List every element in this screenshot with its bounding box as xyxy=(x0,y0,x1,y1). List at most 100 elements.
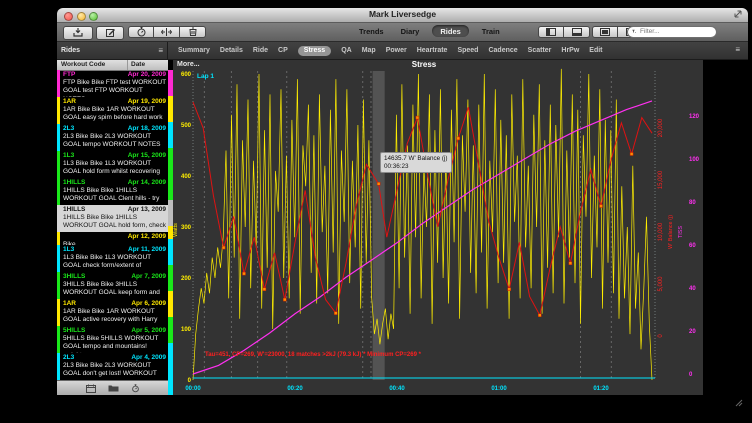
ride-date: Apr 4, 2009 xyxy=(131,354,166,362)
sidebar-toggle-button[interactable] xyxy=(538,26,564,38)
ride-code: 3HILLS xyxy=(63,273,85,281)
ride-row[interactable]: 1HILLSApr 13, 20091HILLS Bike Bike 1HILL… xyxy=(57,205,168,232)
svg-text:60: 60 xyxy=(689,243,696,249)
single-view-button[interactable] xyxy=(592,26,618,38)
trash-button[interactable] xyxy=(180,26,206,38)
chart-tab-summary[interactable]: Summary xyxy=(178,47,210,54)
svg-text:300: 300 xyxy=(181,225,192,231)
sidebar-header[interactable]: Rides ≡ xyxy=(57,42,168,59)
chart-tab-hrpw[interactable]: HrPw xyxy=(561,47,579,54)
ride-date: Apr 13, 2009 xyxy=(128,206,166,214)
ride-description: 1AR Bike Bike 1AR WORKOUT GOAL easy spim… xyxy=(63,106,166,122)
bottombar-toggle-button[interactable] xyxy=(564,26,590,38)
svg-text:10,000: 10,000 xyxy=(658,222,664,241)
bottombar-toggle-icon xyxy=(572,28,582,36)
column-workout-code[interactable]: Workout Code xyxy=(57,60,128,70)
filter-funnel-icon xyxy=(632,28,636,35)
ride-code: 1AR xyxy=(63,98,76,106)
sidebar-menu-icon[interactable]: ≡ xyxy=(158,47,163,55)
filter-field[interactable] xyxy=(627,26,717,38)
ride-list[interactable]: FTPApr 20, 2009FTP Bike Bike FTP test WO… xyxy=(57,70,168,381)
ride-row[interactable]: 1L3Apr 11, 20091L3 Bike Bike 1L3 WORKOUT… xyxy=(57,245,168,272)
view-tab-trends[interactable]: Trends xyxy=(355,25,388,37)
svg-text:01:20: 01:20 xyxy=(593,386,609,392)
view-tabs: Trends Diary Rides Train xyxy=(355,25,504,37)
chart-tab-edit[interactable]: Edit xyxy=(589,47,602,54)
ride-date: Apr 12, 2009 xyxy=(128,233,166,241)
svg-text:Watts: Watts xyxy=(173,223,179,237)
ride-code: FTP xyxy=(63,71,75,79)
ride-date: Apr 20, 2009 xyxy=(128,71,166,79)
edit-icon xyxy=(106,28,115,37)
import-button[interactable] xyxy=(63,26,93,40)
rides-sidebar: Workout Code Date FTPApr 20, 2009FTP Bik… xyxy=(57,60,168,395)
view-tab-diary[interactable]: Diary xyxy=(397,25,424,37)
svg-text:00:40: 00:40 xyxy=(389,386,405,392)
chart-tab-power[interactable]: Power xyxy=(386,47,407,54)
import-icon xyxy=(73,28,83,37)
svg-text:0: 0 xyxy=(188,378,192,384)
ride-date: Apr 19, 2009 xyxy=(128,98,166,106)
chart-menu-icon[interactable]: ≡ xyxy=(735,46,740,54)
ride-row[interactable]: 1HILLSApr 14, 20091HILLS Bike Bike 1HILL… xyxy=(57,178,168,205)
chart-tab-speed[interactable]: Speed xyxy=(457,47,478,54)
view-tab-train[interactable]: Train xyxy=(478,25,504,37)
svg-text:20,000: 20,000 xyxy=(658,118,664,137)
ride-row[interactable]: 3HILLSApr 7, 20093HILLS Bike Bike 3HILLS… xyxy=(57,272,168,299)
tooltip-time: 00:36:23 xyxy=(384,163,448,171)
chart-tab-scatter[interactable]: Scatter xyxy=(528,47,552,54)
svg-text:TISS: TISS xyxy=(678,226,684,239)
ride-code: 1L3 xyxy=(63,246,74,254)
title-bar[interactable]: Mark Liversedge xyxy=(57,8,748,23)
ride-description: 2L3 Bike Bike 2L3 WORKOUT GOAL tempo WOR… xyxy=(63,133,166,149)
stress-plot[interactable]: 6005004003002001000Watts20,00015,00010,0… xyxy=(173,60,703,395)
intervals-button[interactable] xyxy=(154,26,180,38)
stopwatch-small-icon[interactable] xyxy=(131,384,140,393)
svg-text:5,000: 5,000 xyxy=(658,276,664,292)
svg-text:Tau=451, CP=269, W'=23000, 18: Tau=451, CP=269, W'=23000, 18 matches >2… xyxy=(205,352,422,358)
svg-text:0: 0 xyxy=(689,372,693,378)
svg-text:500: 500 xyxy=(181,123,192,129)
chart-tab-qa[interactable]: QA xyxy=(341,47,352,54)
chart-tab-map[interactable]: Map xyxy=(362,47,376,54)
ride-row[interactable]: 2L3Apr 4, 20092L3 Bike Bike 2L3 WORKOUT … xyxy=(57,353,168,380)
svg-text:120: 120 xyxy=(689,114,700,120)
ride-row[interactable]: FTPApr 20, 2009FTP Bike Bike FTP test WO… xyxy=(57,70,168,97)
svg-text:Lap 1: Lap 1 xyxy=(197,73,214,80)
chart-tab-stress[interactable]: Stress xyxy=(298,46,331,56)
svg-text:40: 40 xyxy=(689,286,696,292)
ride-description: 1L3 Bike Bike 1L3 WORKOUT GOAL hold form… xyxy=(63,160,166,176)
stopwatch-button[interactable] xyxy=(128,26,154,38)
folder-icon[interactable] xyxy=(108,384,119,392)
chart-tab-details[interactable]: Details xyxy=(220,47,243,54)
resize-grip-icon[interactable] xyxy=(735,399,743,409)
ride-row[interactable]: 5HILLSApr 5, 20095HILLS Bike 5HILLS WORK… xyxy=(57,326,168,353)
ride-code: 2L3 xyxy=(63,354,74,362)
ride-row[interactable]: 2L3Apr 18, 20092L3 Bike Bike 2L3 WORKOUT… xyxy=(57,124,168,151)
tab-row: Rides ≡ Summary Details Ride CP Stress QA Map P… xyxy=(57,42,748,60)
chart-tab-cp[interactable]: CP xyxy=(278,47,288,54)
ride-row[interactable]: 1AR Apr 19, 20091AR Bike Bike 1AR WORKOUT… xyxy=(57,97,168,124)
view-tab-rides[interactable]: Rides xyxy=(432,25,468,37)
edit-button[interactable] xyxy=(96,26,124,40)
chart-tab-heartrate[interactable]: Heartrate xyxy=(417,47,448,54)
ride-date: Apr 15, 2009 xyxy=(128,152,166,160)
svg-text:600: 600 xyxy=(181,72,192,78)
chart-tab-cadence[interactable]: Cadence xyxy=(488,47,517,54)
ride-date: Apr 11, 2009 xyxy=(128,246,166,254)
sidebar-header-label: Rides xyxy=(61,47,80,54)
main-toolbar: Trends Diary Rides Train xyxy=(57,23,748,42)
ride-code: 1HILLS xyxy=(63,179,85,187)
svg-text:00:00: 00:00 xyxy=(185,386,201,392)
filter-input[interactable] xyxy=(638,27,712,36)
ride-row[interactable]: 1L3Apr 15, 20091L3 Bike Bike 1L3 WORKOUT… xyxy=(57,151,168,178)
resize-icon[interactable] xyxy=(734,10,742,20)
ride-description: 1HILLS Bike Bike 1HILLS WORKOUT GOAL hol… xyxy=(63,214,166,230)
column-date[interactable]: Date xyxy=(128,60,168,70)
chart-tab-ride[interactable]: Ride xyxy=(253,47,268,54)
ride-row[interactable]: Apr 12, 2009Bike xyxy=(57,232,168,245)
ride-row[interactable]: 1ARApr 6, 20091AR Bike Bike 1AR WORKOUT … xyxy=(57,299,168,326)
svg-text:0: 0 xyxy=(658,334,664,338)
stress-chart-panel[interactable]: More... Stress 6005004003002001000Watts2… xyxy=(173,60,703,395)
calendar-icon[interactable] xyxy=(86,384,96,393)
